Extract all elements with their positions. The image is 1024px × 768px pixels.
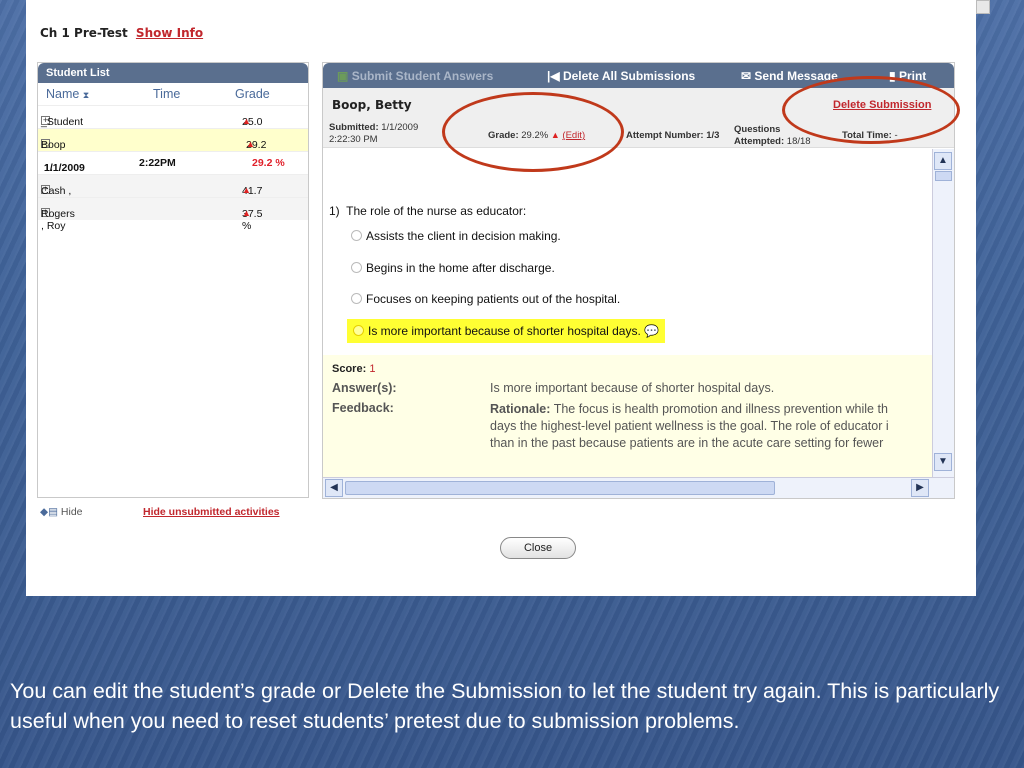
radio-button[interactable]	[351, 230, 362, 241]
scroll-thumb-horizontal[interactable]	[345, 481, 775, 495]
col-grade[interactable]: Grade	[235, 87, 270, 101]
answer-option-selected[interactable]: Is more important because of shorter hos…	[347, 319, 666, 343]
submitted-info: Submitted: 1/1/2009 2:22:30 PM	[329, 122, 418, 146]
hide-toggle[interactable]: ◆▤ Hide	[40, 506, 83, 518]
student-row[interactable]: + Rogers , Roy 37.5 % ▲	[38, 197, 308, 232]
score-feedback: Score: 1 Answer(s): Is more important be…	[323, 355, 932, 477]
question-number: 1)	[329, 204, 340, 218]
scroll-down-icon[interactable]: ▼	[934, 453, 952, 471]
feedback-label: Feedback:	[332, 401, 394, 415]
delete-all-button[interactable]: |◀ Delete All Submissions	[547, 69, 695, 83]
radio-button[interactable]	[351, 293, 362, 304]
slide-caption: You can edit the student’s grade or Dele…	[10, 679, 1000, 733]
col-time[interactable]: Time	[153, 87, 180, 101]
submit-label: Submit Student Answers	[351, 69, 494, 83]
envelope-icon: ✉	[741, 69, 752, 83]
attempt-number-info: Attempt Number: 1/3	[626, 130, 720, 141]
scroll-left-icon[interactable]: ◀	[325, 479, 343, 497]
option-text: Is more important because of shorter hos…	[368, 324, 641, 338]
annotation-circle-grade	[442, 92, 624, 172]
attempt-date: 1/1/2009	[44, 162, 85, 174]
warning-icon: ▲	[246, 139, 255, 149]
rationale-label: Rationale:	[490, 402, 551, 416]
student-name-heading: Boop, Betty	[332, 98, 412, 112]
rationale-line: days the highest-level patient wellness …	[490, 419, 889, 433]
rationale-line: than in the past because patients are in…	[490, 436, 884, 450]
answers-value: Is more important because of shorter hos…	[490, 381, 775, 395]
col-name-label: Name	[46, 87, 80, 101]
question-content: 1) The role of the nurse as educator: As…	[323, 149, 932, 477]
test-title: Ch 1 Pre-Test Show Info	[40, 26, 203, 40]
radio-button[interactable]	[351, 262, 362, 273]
student-list-title: Student List	[38, 63, 308, 83]
student-row[interactable]: +Cash , Johnny 41.7 % ▲	[38, 174, 308, 209]
answer-option[interactable]: Assists the client in decision making.	[351, 229, 561, 243]
submitted-label: Submitted:	[329, 122, 379, 133]
option-text: Begins in the home after discharge.	[366, 261, 555, 275]
show-info-link[interactable]: Show Info	[136, 26, 203, 40]
scroll-up-icon[interactable]: ▲	[934, 152, 952, 170]
student-name: Rogers , Roy	[41, 208, 75, 232]
submitted-time: 2:22:30 PM	[329, 134, 378, 145]
submit-icon: ▣	[337, 69, 349, 83]
window-scroll-up-icon[interactable]	[976, 0, 990, 14]
warning-icon: ▲	[242, 116, 251, 126]
attempt-grade: 29.2 %	[252, 157, 285, 169]
radio-button-selected[interactable]	[353, 325, 364, 336]
screenshot-window: Ch 1 Pre-Test Show Info Student List Nam…	[26, 0, 976, 596]
close-button[interactable]: Close	[500, 537, 576, 559]
attempted-label: Attempted:	[734, 136, 785, 147]
attempted-value: 18/18	[786, 136, 811, 147]
student-row[interactable]: +_Student , _Student 25.0 % ▲	[38, 105, 308, 152]
student-list-header: Name ⧗ Time Grade	[38, 83, 308, 105]
answer-option[interactable]: Focuses on keeping patients out of the h…	[351, 292, 620, 306]
question-stem: The role of the nurse as educator:	[346, 204, 527, 218]
comment-icon[interactable]: 💬	[644, 324, 659, 338]
attempt-row[interactable]: 1. 1/1/2009 2:22PM 29.2 %	[38, 151, 308, 174]
hide-label: Hide	[60, 506, 83, 518]
sort-icon: ⧗	[82, 90, 90, 100]
hide-icon: ◆▤	[40, 506, 58, 518]
warning-icon: ▲	[242, 185, 251, 195]
option-text: Focuses on keeping patients out of the h…	[366, 292, 621, 306]
submit-answers-button[interactable]: ▣ Submit Student Answers	[337, 69, 493, 83]
attempt-time: 2:22PM	[139, 157, 176, 169]
rationale-line: The focus is health promotion and illnes…	[553, 402, 888, 416]
student-list-panel: Student List Name ⧗ Time Grade + _Student…	[37, 62, 309, 498]
first-icon: |◀	[547, 69, 560, 83]
annotation-circle-delete	[782, 76, 960, 144]
scroll-thumb[interactable]	[935, 171, 952, 181]
warning-icon: ▲	[242, 208, 251, 218]
scroll-right-icon[interactable]: ▶	[911, 479, 929, 497]
test-title-text: Ch 1 Pre-Test	[40, 26, 128, 40]
answers-label: Answer(s):	[332, 381, 397, 395]
option-text: Assists the client in decision making.	[366, 229, 561, 243]
score-label: Score:	[332, 363, 367, 375]
answer-option[interactable]: Begins in the home after discharge.	[351, 261, 555, 275]
vertical-scrollbar[interactable]: ▲ ▼	[932, 149, 954, 477]
horizontal-scrollbar[interactable]: ◀ ▶	[323, 477, 954, 498]
feedback-text: Rationale: The focus is health promotion…	[490, 401, 932, 452]
score: Score: 1	[332, 363, 375, 375]
student-row-selected[interactable]: −Boop , Betty 29.2 % ▲	[38, 128, 308, 175]
question-text: 1) The role of the nurse as educator:	[329, 204, 526, 218]
submitted-date: 1/1/2009	[381, 122, 419, 133]
questions-label: Questions	[734, 124, 781, 135]
col-name[interactable]: Name ⧗	[46, 87, 89, 101]
score-value: 1	[369, 363, 376, 375]
delete-all-label: Delete All Submissions	[562, 69, 696, 83]
hide-unsubmitted-link[interactable]: Hide unsubmitted activities	[143, 506, 280, 518]
